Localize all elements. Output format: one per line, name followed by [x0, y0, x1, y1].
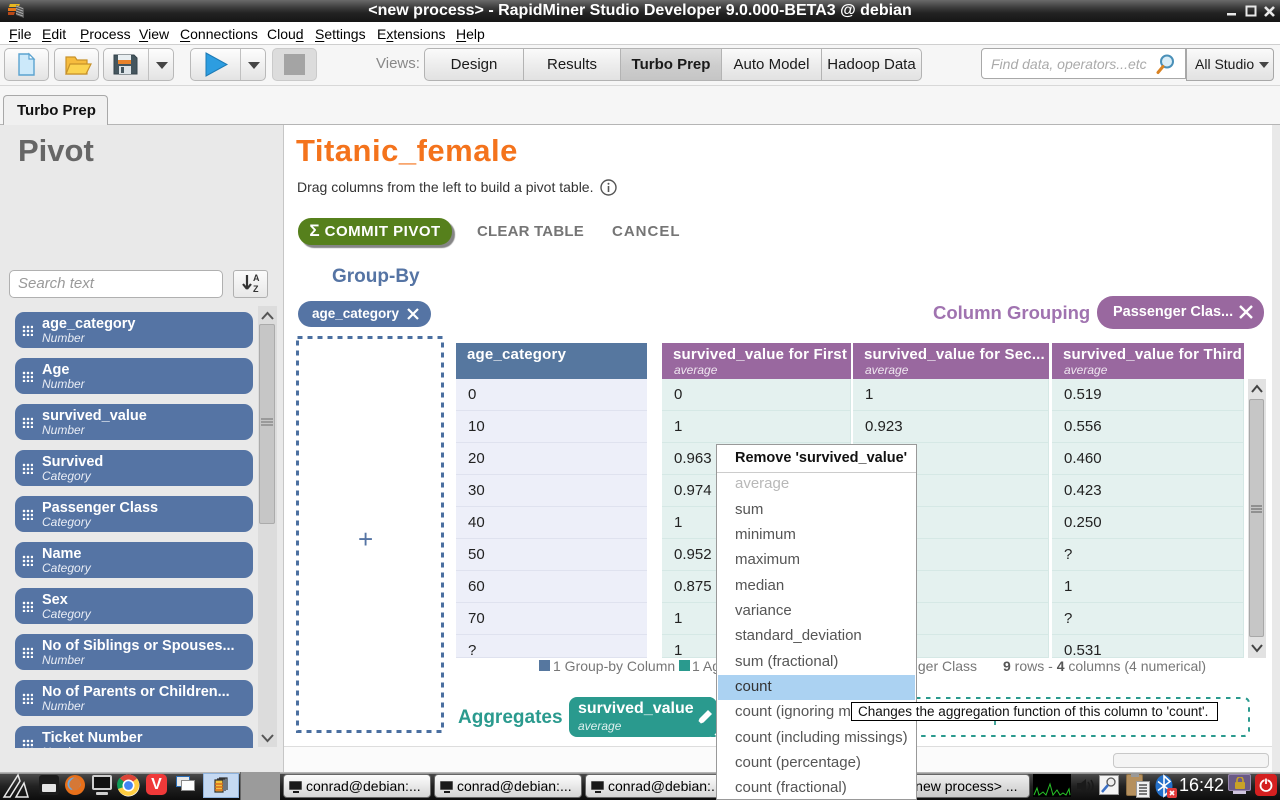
svg-text:A: A: [253, 273, 260, 283]
svg-text:Z: Z: [253, 284, 259, 294]
